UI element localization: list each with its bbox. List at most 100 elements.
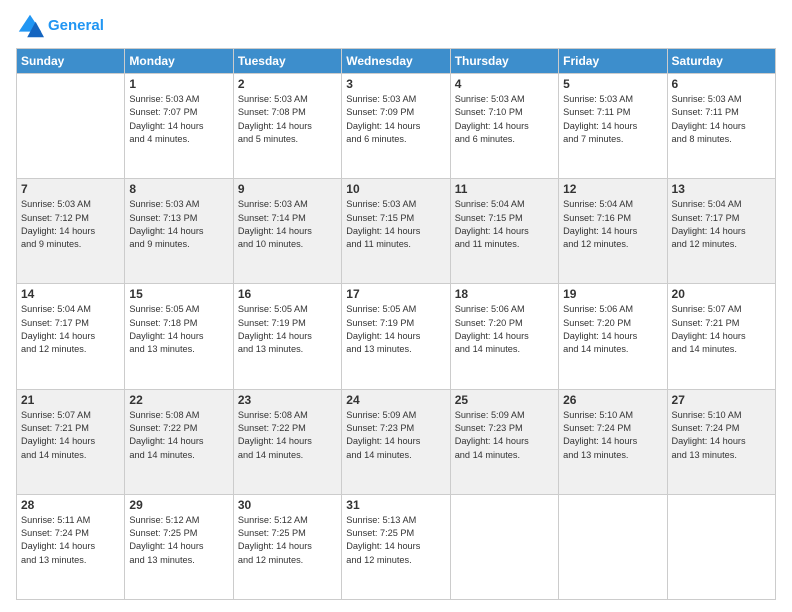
day-info: Sunrise: 5:13 AMSunset: 7:25 PMDaylight:… — [346, 514, 445, 567]
day-number: 9 — [238, 182, 337, 196]
calendar-cell: 31 Sunrise: 5:13 AMSunset: 7:25 PMDayligh… — [342, 494, 450, 599]
day-number: 26 — [563, 393, 662, 407]
day-number: 7 — [21, 182, 120, 196]
day-info: Sunrise: 5:05 AMSunset: 7:19 PMDaylight:… — [238, 303, 337, 356]
day-number: 16 — [238, 287, 337, 301]
calendar-cell: 10 Sunrise: 5:03 AMSunset: 7:15 PMDayligh… — [342, 179, 450, 284]
calendar-cell: 20Sunrise: 5:07 AMSunset: 7:21 PMDayligh… — [667, 284, 775, 389]
day-number: 1 — [129, 77, 228, 91]
day-info: Sunrise: 5:05 AMSunset: 7:19 PMDaylight:… — [346, 303, 445, 356]
day-number: 14 — [21, 287, 120, 301]
calendar-cell: 6 Sunrise: 5:03 AMSunset: 7:11 PMDaylight… — [667, 74, 775, 179]
calendar-cell: 16 Sunrise: 5:05 AMSunset: 7:19 PMDayligh… — [233, 284, 341, 389]
day-number: 4 — [455, 77, 554, 91]
calendar-cell: 11Sunrise: 5:04 AMSunset: 7:15 PMDayligh… — [450, 179, 558, 284]
calendar-cell: 2 Sunrise: 5:03 AMSunset: 7:08 PMDaylight… — [233, 74, 341, 179]
week-row-4: 21 Sunrise: 5:07 AMSunset: 7:21 PMDayligh… — [17, 389, 776, 494]
day-number: 31 — [346, 498, 445, 512]
logo-text: General — [48, 18, 104, 35]
day-number: 18 — [455, 287, 554, 301]
day-number: 27 — [672, 393, 771, 407]
day-number: 19 — [563, 287, 662, 301]
day-number: 23 — [238, 393, 337, 407]
day-info: Sunrise: 5:04 AMSunset: 7:15 PMDaylight:… — [455, 198, 554, 251]
calendar-cell: 27 Sunrise: 5:10 AMSunset: 7:24 PMDayligh… — [667, 389, 775, 494]
calendar-cell: 26 Sunrise: 5:10 AMSunset: 7:24 PMDayligh… — [559, 389, 667, 494]
day-info: Sunrise: 5:11 AMSunset: 7:24 PMDaylight:… — [21, 514, 120, 567]
calendar-cell: 5Sunrise: 5:03 AMSunset: 7:11 PMDaylight… — [559, 74, 667, 179]
day-number: 29 — [129, 498, 228, 512]
calendar-cell: 18 Sunrise: 5:06 AMSunset: 7:20 PMDayligh… — [450, 284, 558, 389]
day-info: Sunrise: 5:03 AMSunset: 7:09 PMDaylight:… — [346, 93, 445, 146]
day-info: Sunrise: 5:03 AMSunset: 7:11 PMDaylight:… — [563, 93, 662, 146]
calendar-cell: 23 Sunrise: 5:08 AMSunset: 7:22 PMDayligh… — [233, 389, 341, 494]
day-info: Sunrise: 5:04 AMSunset: 7:17 PMDaylight:… — [672, 198, 771, 251]
weekday-header-friday: Friday — [559, 49, 667, 74]
calendar-cell: 28 Sunrise: 5:11 AMSunset: 7:24 PMDayligh… — [17, 494, 125, 599]
calendar-cell: 21 Sunrise: 5:07 AMSunset: 7:21 PMDayligh… — [17, 389, 125, 494]
day-number: 22 — [129, 393, 228, 407]
calendar-cell: 14Sunrise: 5:04 AMSunset: 7:17 PMDayligh… — [17, 284, 125, 389]
weekday-header-wednesday: Wednesday — [342, 49, 450, 74]
logo: General — [16, 12, 104, 40]
calendar-cell: 25 Sunrise: 5:09 AMSunset: 7:23 PMDayligh… — [450, 389, 558, 494]
calendar-cell: 1 Sunrise: 5:03 AMSunset: 7:07 PMDaylight… — [125, 74, 233, 179]
day-info: Sunrise: 5:03 AMSunset: 7:10 PMDaylight:… — [455, 93, 554, 146]
day-number: 30 — [238, 498, 337, 512]
day-info: Sunrise: 5:08 AMSunset: 7:22 PMDaylight:… — [238, 409, 337, 462]
day-number: 15 — [129, 287, 228, 301]
calendar-cell: 7 Sunrise: 5:03 AMSunset: 7:12 PMDaylight… — [17, 179, 125, 284]
calendar-cell: 9 Sunrise: 5:03 AMSunset: 7:14 PMDaylight… — [233, 179, 341, 284]
calendar-cell: 4 Sunrise: 5:03 AMSunset: 7:10 PMDaylight… — [450, 74, 558, 179]
weekday-header-saturday: Saturday — [667, 49, 775, 74]
day-info: Sunrise: 5:08 AMSunset: 7:22 PMDaylight:… — [129, 409, 228, 462]
day-number: 8 — [129, 182, 228, 196]
day-info: Sunrise: 5:10 AMSunset: 7:24 PMDaylight:… — [563, 409, 662, 462]
week-row-2: 7 Sunrise: 5:03 AMSunset: 7:12 PMDaylight… — [17, 179, 776, 284]
day-info: Sunrise: 5:03 AMSunset: 7:07 PMDaylight:… — [129, 93, 228, 146]
weekday-header-row: SundayMondayTuesdayWednesdayThursdayFrid… — [17, 49, 776, 74]
calendar-cell: 17 Sunrise: 5:05 AMSunset: 7:19 PMDayligh… — [342, 284, 450, 389]
calendar-table: SundayMondayTuesdayWednesdayThursdayFrid… — [16, 48, 776, 600]
day-number: 12 — [563, 182, 662, 196]
day-info: Sunrise: 5:10 AMSunset: 7:24 PMDaylight:… — [672, 409, 771, 462]
week-row-5: 28 Sunrise: 5:11 AMSunset: 7:24 PMDayligh… — [17, 494, 776, 599]
day-info: Sunrise: 5:03 AMSunset: 7:15 PMDaylight:… — [346, 198, 445, 251]
day-info: Sunrise: 5:03 AMSunset: 7:11 PMDaylight:… — [672, 93, 771, 146]
day-info: Sunrise: 5:07 AMSunset: 7:21 PMDaylight:… — [21, 409, 120, 462]
day-info: Sunrise: 5:03 AMSunset: 7:08 PMDaylight:… — [238, 93, 337, 146]
header: General — [16, 12, 776, 40]
calendar-cell: 19 Sunrise: 5:06 AMSunset: 7:20 PMDayligh… — [559, 284, 667, 389]
calendar-cell: 22 Sunrise: 5:08 AMSunset: 7:22 PMDayligh… — [125, 389, 233, 494]
calendar-cell — [559, 494, 667, 599]
calendar-cell: 12Sunrise: 5:04 AMSunset: 7:16 PMDayligh… — [559, 179, 667, 284]
day-info: Sunrise: 5:03 AMSunset: 7:14 PMDaylight:… — [238, 198, 337, 251]
calendar-cell — [17, 74, 125, 179]
calendar-cell: 24Sunrise: 5:09 AMSunset: 7:23 PMDayligh… — [342, 389, 450, 494]
day-info: Sunrise: 5:12 AMSunset: 7:25 PMDaylight:… — [129, 514, 228, 567]
day-number: 6 — [672, 77, 771, 91]
day-info: Sunrise: 5:06 AMSunset: 7:20 PMDaylight:… — [455, 303, 554, 356]
day-number: 25 — [455, 393, 554, 407]
day-number: 21 — [21, 393, 120, 407]
week-row-3: 14Sunrise: 5:04 AMSunset: 7:17 PMDayligh… — [17, 284, 776, 389]
calendar-cell: 15 Sunrise: 5:05 AMSunset: 7:18 PMDayligh… — [125, 284, 233, 389]
logo-icon — [16, 12, 44, 40]
day-number: 17 — [346, 287, 445, 301]
calendar-cell: 30Sunrise: 5:12 AMSunset: 7:25 PMDayligh… — [233, 494, 341, 599]
calendar-cell: 8Sunrise: 5:03 AMSunset: 7:13 PMDaylight… — [125, 179, 233, 284]
calendar-cell — [667, 494, 775, 599]
day-number: 2 — [238, 77, 337, 91]
calendar-cell: 29 Sunrise: 5:12 AMSunset: 7:25 PMDayligh… — [125, 494, 233, 599]
calendar-cell: 3Sunrise: 5:03 AMSunset: 7:09 PMDaylight… — [342, 74, 450, 179]
day-number: 24 — [346, 393, 445, 407]
day-info: Sunrise: 5:06 AMSunset: 7:20 PMDaylight:… — [563, 303, 662, 356]
day-info: Sunrise: 5:09 AMSunset: 7:23 PMDaylight:… — [455, 409, 554, 462]
day-info: Sunrise: 5:03 AMSunset: 7:12 PMDaylight:… — [21, 198, 120, 251]
day-info: Sunrise: 5:07 AMSunset: 7:21 PMDaylight:… — [672, 303, 771, 356]
day-info: Sunrise: 5:05 AMSunset: 7:18 PMDaylight:… — [129, 303, 228, 356]
calendar-cell — [450, 494, 558, 599]
day-number: 10 — [346, 182, 445, 196]
day-number: 13 — [672, 182, 771, 196]
day-number: 28 — [21, 498, 120, 512]
